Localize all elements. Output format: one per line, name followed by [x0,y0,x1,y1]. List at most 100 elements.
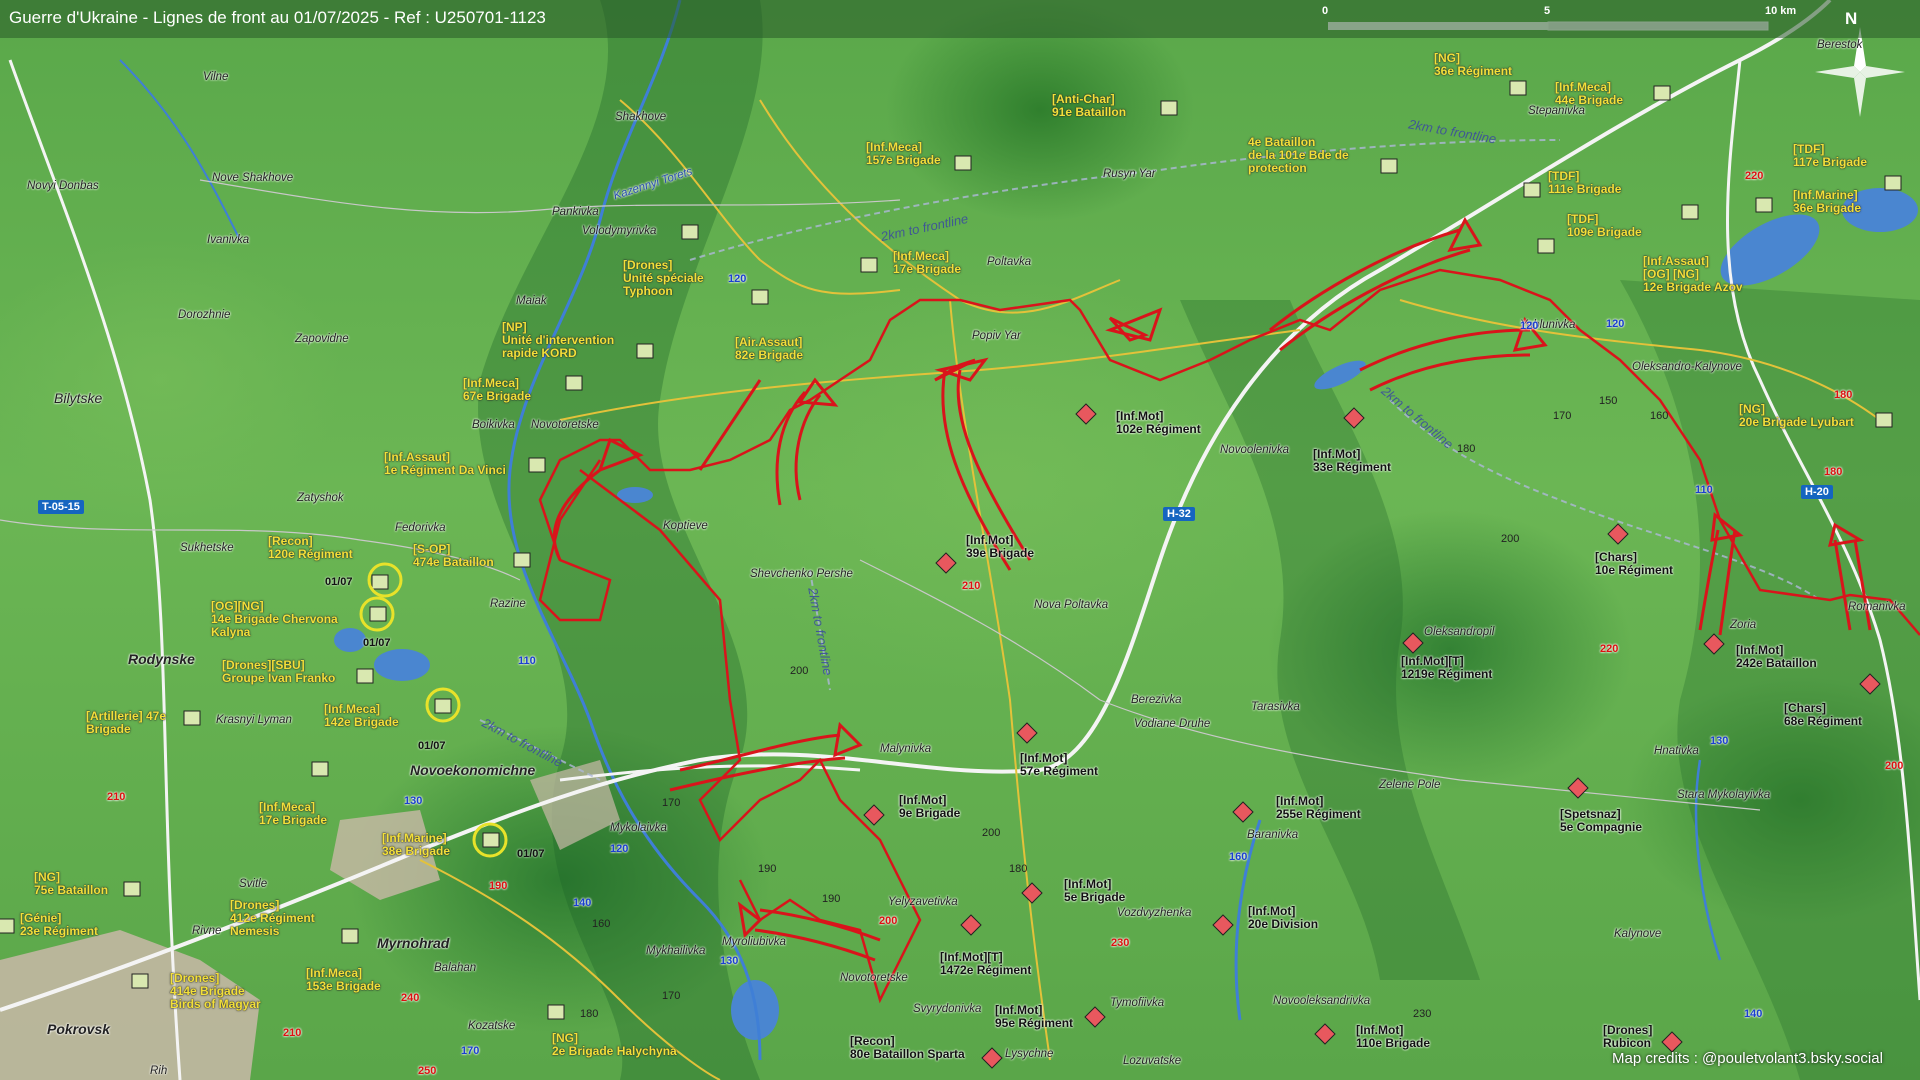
place-label: Zoria [1730,619,1757,631]
road-number: 190 [489,880,508,892]
contour-label: 180 [1457,443,1476,455]
unit-ru[interactable]: [Recon] 80e Bataillon Sparta [850,1035,965,1061]
unit-ru[interactable]: [Inf.Mot] 110e Brigade [1356,1024,1430,1050]
unit-ru[interactable]: [Inf.Mot][T] 1472e Régiment [940,951,1031,977]
unit-ua[interactable]: [Inf.Meca] 17e Brigade [893,250,961,276]
ukrainian-unit-symbol-icon [131,973,149,989]
ukrainian-unit-symbol-icon [1537,238,1555,254]
unit-ru[interactable]: [Inf.Mot] 33e Régiment [1313,448,1391,474]
unit-ua[interactable]: [Inf.Meca] 44e Brigade [1555,81,1623,107]
unit-ru[interactable]: [Inf.Mot] 57e Régiment [1020,752,1098,778]
unit-ua[interactable]: [Génie] 23e Régiment [20,912,98,938]
ukrainian-unit-symbol-icon [1884,175,1902,191]
unit-ua[interactable]: [Drones] 412e Régiment Nemesis [230,899,315,938]
map-canvas[interactable]: Guerre d'Ukraine - Lignes de front au 01… [0,0,1920,1080]
unit-ua[interactable]: [Artillerie] 47e Brigade [86,710,166,736]
unit-ru[interactable]: [Inf.Mot] 95e Régiment [995,1004,1073,1030]
ukrainian-unit-symbol-icon [565,375,583,391]
unit-ua[interactable]: [TDF] 109e Brigade [1567,213,1642,239]
unit-ua[interactable]: [NG] 2e Brigade Halychyna [552,1032,677,1058]
place-label: Balahan [434,962,477,974]
unit-ua[interactable]: [Inf.Meca] 17e Brigade [259,801,327,827]
unit-ua[interactable]: [Inf.Meca] 67e Brigade [463,377,531,403]
unit-ru[interactable]: [Inf.Mot] 255e Régiment [1276,795,1361,821]
ukrainian-unit-symbol-icon [1509,80,1527,96]
contour-label: 200 [982,827,1001,839]
road-number: 230 [1111,937,1130,949]
unit-ru[interactable]: [Inf.Mot] 20e Division [1248,905,1318,931]
unit-ru[interactable]: [Inf.Mot] 9e Brigade [899,794,960,820]
ukrainian-unit-symbol-icon [681,224,699,240]
place-label: Kozatske [468,1020,516,1032]
road-badge: H-32 [1163,507,1195,521]
unit-ua[interactable]: [Inf.Meca] 157e Brigade [866,141,941,167]
place-label: Rodynske [128,651,195,667]
road-number: 160 [1229,851,1248,863]
unit-ua[interactable]: [OG][NG] 14e Brigade Chervona Kalyna [211,600,338,639]
unit-ua[interactable]: [NG] 36e Régiment [1434,52,1512,78]
unit-ua[interactable]: [TDF] 111e Brigade [1548,170,1621,196]
place-label: Krasnyi Lyman [216,714,292,726]
place-label: Ivanivka [207,234,250,246]
place-label: Novoekonomichne [410,762,536,778]
north-label: N [1845,9,1858,28]
contour-label: 170 [662,990,681,1002]
unit-ua[interactable]: [Inf.Marine] 38e Brigade [382,832,450,858]
russian-unit-symbol-icon [1314,1023,1336,1045]
place-label: Stara Mykolayivka [1677,789,1771,801]
place-label: Vozdvyzhenka [1117,907,1192,919]
unit-ru[interactable]: [Inf.Mot] 102e Régiment [1116,410,1201,436]
unit-ru[interactable]: [Inf.Mot][T] 1219e Régiment [1401,655,1492,681]
unit-ru[interactable]: [Inf.Mot] 242e Bataillon [1736,644,1817,670]
ukrainian-unit-symbol-icon [482,832,500,848]
ukrainian-unit-symbol-icon [528,457,546,473]
unit-ua[interactable]: [Anti-Char] 91e Bataillon [1052,93,1126,119]
russian-unit-symbol-icon [1402,632,1424,654]
unit-ua[interactable]: [Inf.Assaut] 1e Régiment Da Vinci [384,451,506,477]
unit-ua[interactable]: [NG] 75e Bataillon [34,871,108,897]
place-label: Hnativka [1654,745,1699,757]
unit-ru[interactable]: [Inf.Mot] 39e Brigade [966,534,1034,560]
ukrainian-unit-symbol-icon [547,1004,565,1020]
unit-ua[interactable]: [Drones] Unité spéciale Typhoon [623,259,704,298]
unit-ru[interactable]: [Spetsnaz] 5e Compagnie [1560,808,1642,834]
position-date: 01/07 [418,740,446,752]
unit-ua[interactable]: [Recon] 120e Régiment [268,535,353,561]
place-label: Volodymyrivka [582,225,657,237]
road-badge: H-20 [1801,485,1833,499]
unit-ua[interactable]: [NG] 20e Brigade Lyubart [1739,403,1854,429]
place-label: Berestok [1817,39,1863,51]
contour-label: 200 [790,665,809,677]
place-label: Rivne [192,925,222,937]
unit-ua[interactable]: [Drones] 414e Brigade Birds of Magyar [170,972,261,1011]
position-date: 01/07 [325,576,353,588]
unit-ua[interactable]: [Inf.Assaut] [OG] [NG] 12e Brigade Azov [1643,255,1743,294]
unit-ua[interactable]: [TDF] 117e Brigade [1793,143,1867,169]
place-label: Pokrovsk [47,1021,111,1037]
russian-unit-symbol-icon [863,804,885,826]
unit-ua[interactable]: [NP] Unité d'intervention rapide KORD [502,321,614,360]
unit-ua[interactable]: [Air.Assaut] 82e Brigade [735,336,803,362]
unit-ru[interactable]: [Chars] 10e Régiment [1595,551,1673,577]
place-label: Zapovidne [295,333,349,345]
place-label: Lozuvatske [1123,1055,1182,1067]
unit-ua[interactable]: 4e Bataillon de la 101e Bde de protectio… [1248,136,1349,175]
contour-label: 150 [1599,395,1618,407]
unit-ua[interactable]: [Inf.Marine] 36e Brigade [1793,189,1861,215]
place-label: Rusyn Yar [1103,168,1156,180]
place-label: Novotoretske [840,972,908,984]
russian-unit-symbol-icon [1567,777,1589,799]
russian-unit-symbol-icon [1859,673,1881,695]
unit-ru[interactable]: [Drones] Rubicon [1603,1024,1652,1050]
russian-unit-symbol-icon [1703,633,1725,655]
unit-ua[interactable]: [S-OP] 474e Bataillon [413,543,494,569]
ukrainian-unit-symbol-icon [341,928,359,944]
place-label: Mykhailivka [646,945,706,957]
unit-ua[interactable]: [Drones][SBU] Groupe Ivan Franko [222,659,335,685]
russian-unit-symbol-icon [1084,1006,1106,1028]
unit-ru[interactable]: [Inf.Mot] 5e Brigade [1064,878,1125,904]
unit-ua[interactable]: [Inf.Meca] 153e Brigade [306,967,381,993]
scale-label-10km: 10 km [1765,5,1797,17]
unit-ua[interactable]: [Inf.Meca] 142e Brigade [324,703,399,729]
unit-ru[interactable]: [Chars] 68e Régiment [1784,702,1862,728]
